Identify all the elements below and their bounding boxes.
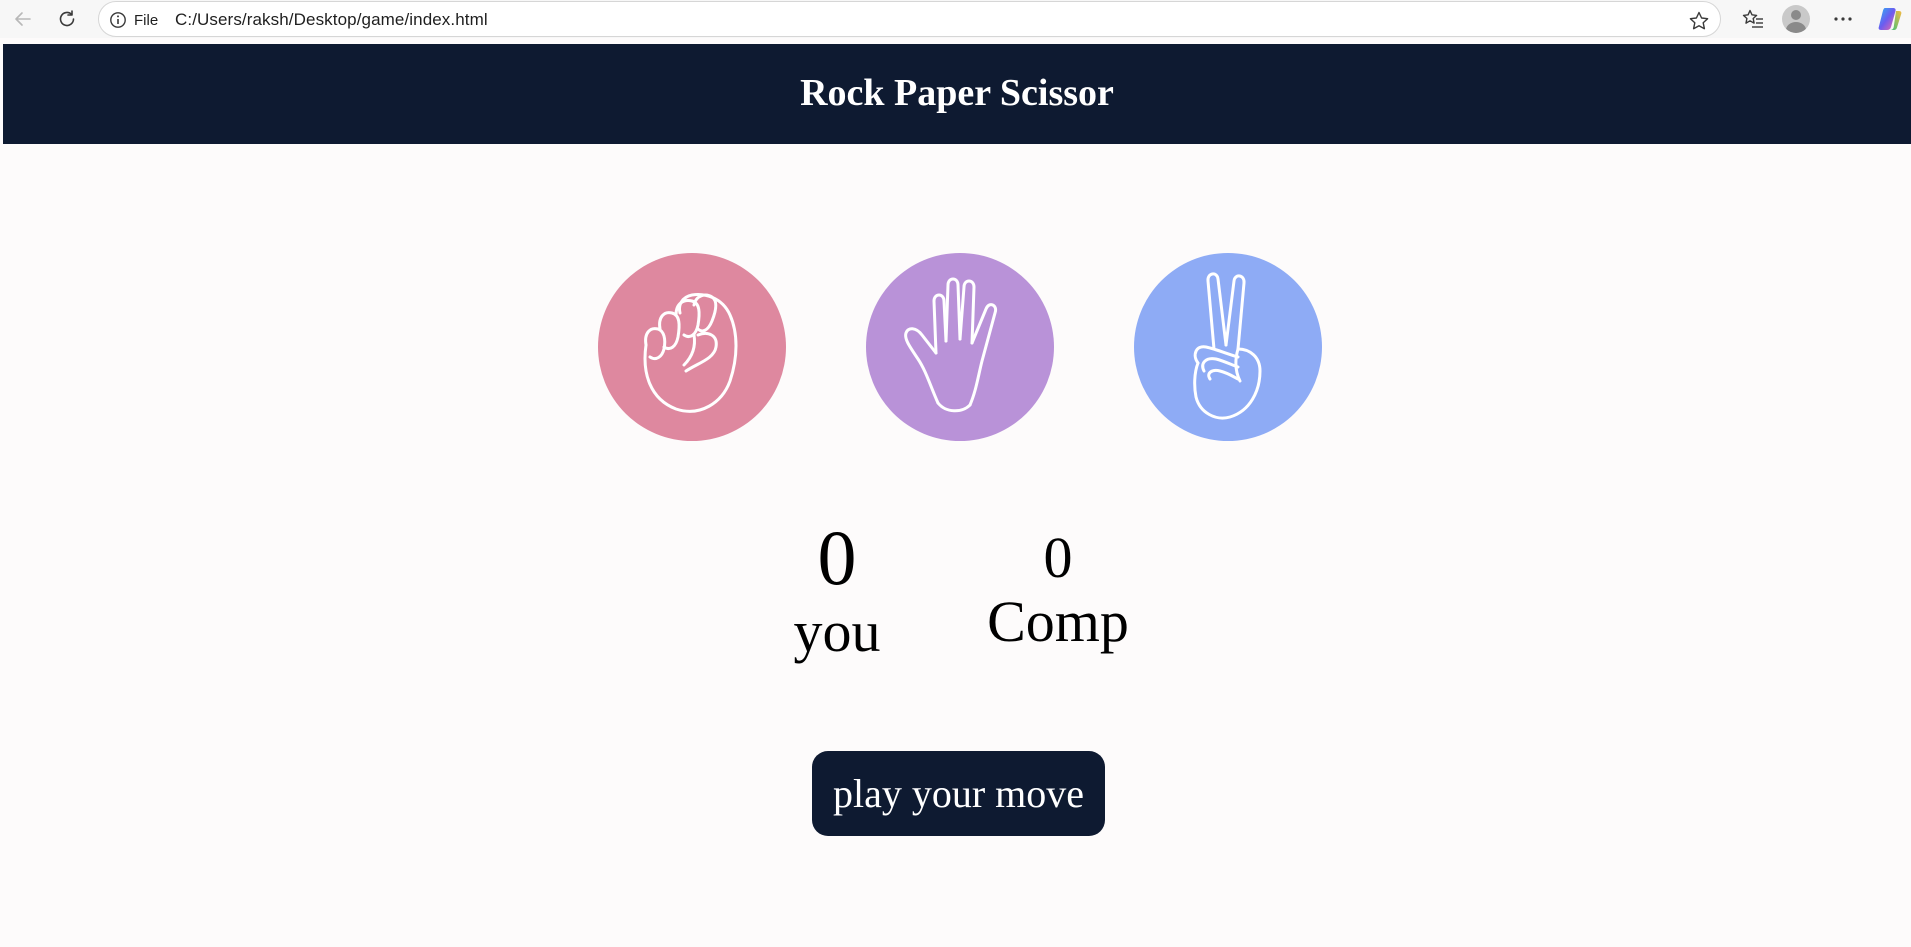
favorites-button[interactable] — [1736, 4, 1770, 34]
scissors-choice[interactable] — [1134, 253, 1322, 441]
comp-score: 0 — [1043, 525, 1073, 590]
page-viewport: Rock Paper Scissor 0 you 0 Comp play you… — [3, 44, 1911, 947]
peace-sign-icon — [1193, 272, 1262, 420]
user-score-panel: 0 you — [775, 519, 899, 661]
comp-score-panel: 0 Comp — [975, 529, 1141, 651]
paper-choice[interactable] — [866, 253, 1054, 441]
page-header: Rock Paper Scissor — [3, 44, 1911, 144]
user-score: 0 — [817, 514, 857, 601]
back-button[interactable] — [6, 4, 40, 34]
back-arrow-icon — [15, 12, 31, 26]
rock-choice[interactable] — [598, 253, 786, 441]
more-icon — [1834, 17, 1852, 21]
profile-icon[interactable] — [1782, 5, 1810, 33]
copilot-icon[interactable] — [1876, 5, 1904, 33]
comp-label: Comp — [987, 589, 1129, 654]
play-message-button[interactable]: play your move — [812, 751, 1105, 836]
star-icon[interactable] — [1688, 10, 1710, 32]
refresh-icon — [59, 10, 75, 27]
protocol-label[interactable]: File — [134, 12, 158, 29]
info-icon[interactable] — [109, 11, 127, 29]
url-text[interactable]: C:/Users/raksh/Desktop/game/index.html — [175, 10, 488, 30]
browser-toolbar: File C:/Users/raksh/Desktop/game/index.h… — [0, 0, 1911, 38]
favorites-icon — [1742, 9, 1763, 28]
user-label: you — [793, 599, 881, 664]
fist-icon — [643, 293, 738, 413]
page-title: Rock Paper Scissor — [800, 72, 1114, 114]
refresh-button[interactable] — [50, 4, 84, 34]
more-button[interactable] — [1826, 4, 1860, 34]
address-bar[interactable]: File C:/Users/raksh/Desktop/game/index.h… — [98, 1, 1721, 37]
open-hand-icon — [904, 277, 998, 413]
